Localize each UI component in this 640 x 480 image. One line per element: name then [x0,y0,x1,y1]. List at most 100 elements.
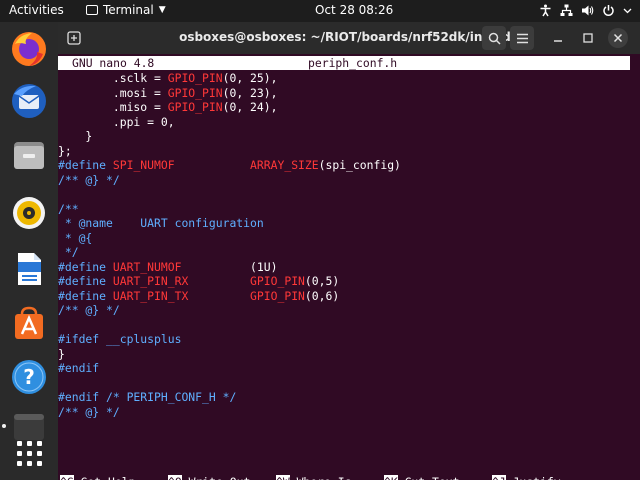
code-token: UART_PIN_TX [112,288,189,303]
firefox-icon [12,32,46,66]
code-line: .miso = GPIO_PIN(0, 24), [58,100,638,115]
code-token: GPIO_PIN [250,288,305,303]
code-line: #endif [58,361,638,376]
terminal-content[interactable]: GNU nano 4.8 periph_conf.h .sclk = GPIO_… [58,54,640,480]
code-token: GPIO_PIN [250,274,305,288]
terminal-small-icon [86,5,98,15]
shortcut-key: ^G [60,475,74,480]
dock-item-writer[interactable] [8,248,50,290]
maximize-icon [583,33,593,43]
code-line: }; [58,144,638,159]
code-token: * @{ [58,230,93,245]
code-token: (0,5) [304,274,340,288]
code-token: GPIO_PIN [167,100,223,114]
search-icon [488,32,501,45]
close-button[interactable] [608,28,628,48]
code-token: UART_PIN_RX [112,274,189,288]
shortcut-label: Get Help [74,475,136,480]
code-token: GPIO_PIN [167,71,223,85]
clock[interactable]: Oct 28 08:26 [315,3,393,17]
system-tray[interactable] [539,4,632,17]
code-token: UART_NUMOF [112,259,182,274]
shortcut-justify: ^J Justify [492,475,561,480]
code-token: (0, 24), [222,100,278,114]
dock-item-show-applications[interactable] [8,432,50,474]
code-token: .mosi = [58,85,168,100]
dock-item-thunderbird[interactable] [8,80,50,122]
code-line: #define SPI_NUMOF ARRAY_SIZE(spi_config) [58,158,638,173]
shortcut-label: Cut Text [398,475,460,480]
code-line: * @{ [58,231,638,246]
nano-filename: periph_conf.h [308,56,398,70]
dock: ? [0,22,58,480]
code-token: /** @} */ [58,303,120,317]
close-icon [613,33,623,43]
code-token: GPIO_PIN [167,85,223,100]
code-token: #endif [58,361,100,375]
code-token: (0, 25), [222,71,278,85]
shortcut-where-is: ^W Where Is [276,475,351,480]
dock-item-files[interactable] [8,134,50,176]
terminal-window: osboxes@osboxes: ~/RIOT/boards/nrf52dk/i… [58,22,640,480]
search-button[interactable] [482,26,506,50]
code-line: #define UART_NUMOF (1U) [58,260,638,275]
top-bar: Activities Terminal ▼ Oct 28 08:26 [0,0,640,22]
code-line: } [58,129,638,144]
code-line: #define UART_PIN_TX GPIO_PIN(0,6) [58,289,638,304]
help-icon: ? [12,360,46,394]
activities-button[interactable]: Activities [9,3,64,17]
code-line: .mosi = GPIO_PIN(0, 23), [58,86,638,101]
minimize-icon [554,40,562,42]
code-editor-area[interactable]: .sclk = GPIO_PIN(0, 25), .mosi = GPIO_PI… [58,71,638,419]
code-line: * @name UART configuration [58,216,638,231]
code-line: .ppi = 0, [58,115,638,130]
code-token: (0, 23), [222,85,278,100]
shortcut-label: Justify [506,475,561,480]
code-token: #ifdef __cplusplus [58,332,182,346]
code-line: /** @} */ [58,173,638,188]
maximize-button[interactable] [578,28,598,48]
minimize-button[interactable] [548,28,568,48]
svg-text:?: ? [23,365,35,389]
code-token: */ [58,245,79,259]
dock-item-firefox[interactable] [8,28,50,70]
code-token: .sclk = [58,71,168,85]
app-menu-label: Terminal [103,3,154,17]
shortcut-key: ^W [276,475,290,480]
chevron-down-icon [623,8,632,14]
volume-icon [582,5,594,16]
code-token: #define [58,259,113,274]
code-line: #ifdef __cplusplus [58,332,638,347]
code-line: /** @} */ [58,405,638,420]
code-token: #define [58,274,113,288]
shortcut-key: ^J [492,475,506,480]
shortcut-write-out: ^O Write Out [168,475,250,480]
dock-item-rhythmbox[interactable] [8,192,50,234]
hamburger-icon [516,33,528,43]
software-center-icon [15,306,43,339]
code-line: #endif /* PERIPH_CONF_H */ [58,390,638,405]
code-token: .miso = [58,100,168,114]
code-token: (0,6) [304,288,340,303]
shortcut-cut-text: ^K Cut Text [384,475,459,480]
code-token: #endif /* PERIPH_CONF_H */ [58,390,237,404]
nano-version: GNU nano 4.8 [72,56,155,70]
dock-item-help[interactable]: ? [8,356,50,398]
shortcut-label: Write Out [182,475,251,480]
app-menu[interactable]: Terminal ▼ [86,3,166,17]
shortcut-get-help: ^G Get Help [60,475,135,480]
code-line: .sclk = GPIO_PIN(0, 25), [58,71,638,86]
hamburger-menu-button[interactable] [510,26,534,50]
writer-icon [18,253,41,285]
code-line: /** [58,202,638,217]
dock-item-software[interactable] [8,302,50,344]
code-line: } [58,347,638,362]
code-line: #define UART_PIN_RX GPIO_PIN(0,5) [58,274,638,289]
code-line: /** @} */ [58,303,638,318]
window-titlebar[interactable]: osboxes@osboxes: ~/RIOT/boards/nrf52dk/i… [58,22,640,54]
code-token: /** @} */ [58,404,120,419]
network-icon [560,4,573,16]
